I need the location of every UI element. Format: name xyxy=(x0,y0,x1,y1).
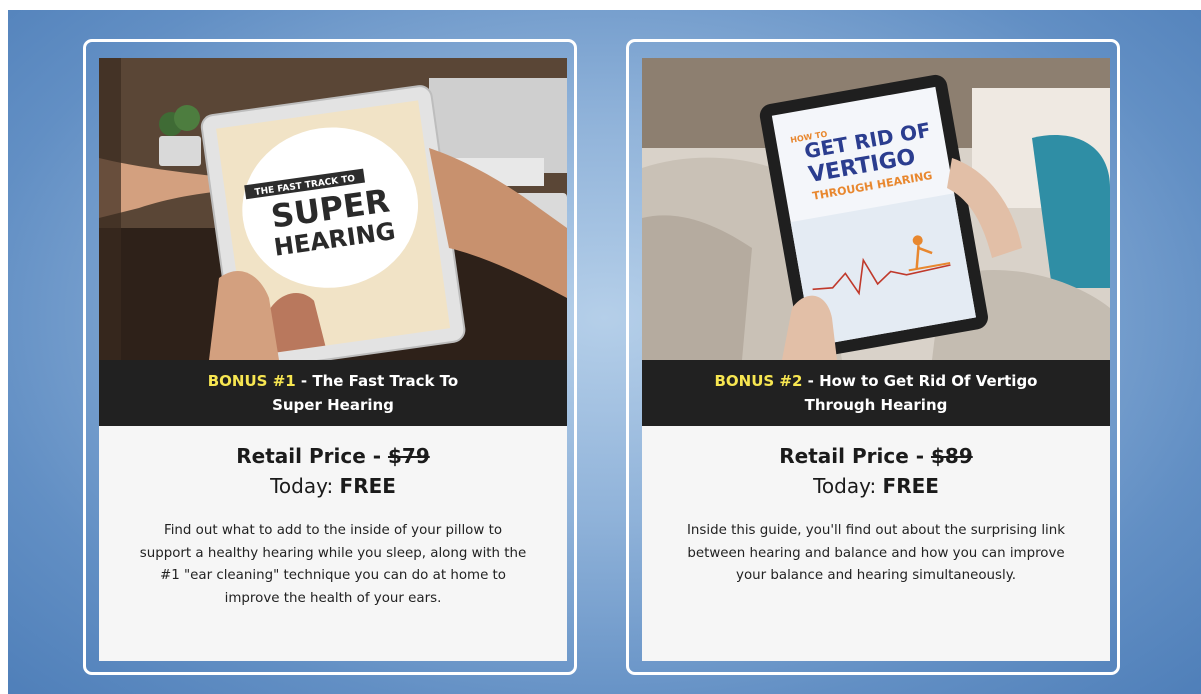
bonus-1-label: BONUS #1 xyxy=(207,372,296,390)
bonus-2-photo-illustration: HOW TO GET RID OF VERTIGO THROUGH HEARIN… xyxy=(642,58,1110,360)
bonus-1-today-price: Today: FREE xyxy=(99,474,567,498)
bonus-card-2: HOW TO GET RID OF VERTIGO THROUGH HEARIN… xyxy=(626,39,1120,675)
bonus-1-today-value: FREE xyxy=(339,474,396,498)
bonus-1-photo-illustration: THE FAST TRACK TO SUPER HEARING xyxy=(99,58,567,360)
bonus-card-1: THE FAST TRACK TO SUPER HEARING BONUS #1… xyxy=(83,39,577,675)
bonus-2-product-photo: HOW TO GET RID OF VERTIGO THROUGH HEARIN… xyxy=(642,58,1110,360)
page-background: THE FAST TRACK TO SUPER HEARING BONUS #1… xyxy=(8,10,1201,694)
bonus-1-product-photo: THE FAST TRACK TO SUPER HEARING xyxy=(99,58,567,360)
bonus-2-price-old: $89 xyxy=(930,444,973,468)
bonus-2-title-line1: - How to Get Rid Of Vertigo xyxy=(802,372,1038,390)
bonus-card-2-panel: HOW TO GET RID OF VERTIGO THROUGH HEARIN… xyxy=(642,58,1110,661)
bonus-2-today-value: FREE xyxy=(882,474,939,498)
bonus-1-today-label: Today: xyxy=(270,474,340,498)
bonus-1-description: Find out what to add to the inside of yo… xyxy=(139,523,527,606)
bonus-1-price-label: Retail Price - xyxy=(236,444,388,468)
bonus-1-title-banner: BONUS #1 - The Fast Track To Super Heari… xyxy=(99,360,567,426)
bonus-2-title-line2: Through Hearing xyxy=(804,396,948,414)
bonus-1-price-old: $79 xyxy=(387,444,430,468)
bonus-2-title-banner: BONUS #2 - How to Get Rid Of Vertigo Thr… xyxy=(642,360,1110,426)
bonus-1-title-line1: - The Fast Track To xyxy=(295,372,459,390)
bonus-2-price-label: Retail Price - xyxy=(779,444,931,468)
bonus-1-retail-price: Retail Price - $79 xyxy=(99,444,567,468)
bonus-2-today-label: Today: xyxy=(813,474,883,498)
bonus-1-title-line2: Super Hearing xyxy=(272,396,394,414)
bonus-2-description: Inside this guide, you'll find out about… xyxy=(686,523,1066,583)
bonus-2-retail-price: Retail Price - $89 xyxy=(642,444,1110,468)
bonus-card-1-panel: THE FAST TRACK TO SUPER HEARING BONUS #1… xyxy=(99,58,567,661)
bonus-2-today-price: Today: FREE xyxy=(642,474,1110,498)
bonus-2-label: BONUS #2 xyxy=(714,372,803,390)
